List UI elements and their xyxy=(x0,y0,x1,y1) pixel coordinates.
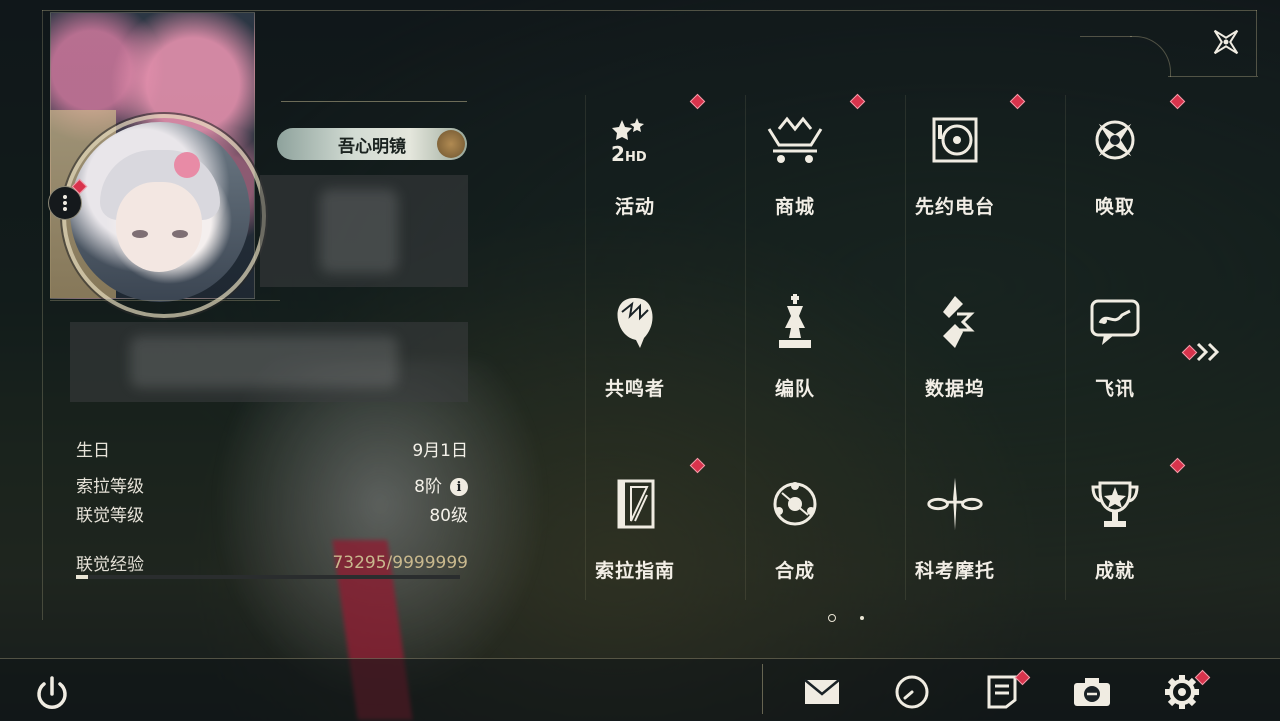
notification-badge xyxy=(1169,457,1186,474)
frame-line xyxy=(42,10,43,620)
avatar[interactable] xyxy=(70,122,250,302)
power-icon[interactable] xyxy=(32,674,72,714)
menu-label: 唤取 xyxy=(1094,196,1135,218)
frame-line xyxy=(1168,76,1258,77)
menu-item-team[interactable]: 编队 xyxy=(725,278,865,418)
exp-value: 73295/9999999 xyxy=(332,552,468,573)
stat-value: 9月1日 xyxy=(412,441,468,461)
exp-progress-fill xyxy=(76,575,88,579)
notification-badge xyxy=(849,93,866,110)
stat-value: 80级 xyxy=(429,506,468,526)
menu-item-shop[interactable]: 商城 xyxy=(725,93,866,236)
divider xyxy=(50,300,280,301)
menu-label: 活动 xyxy=(614,196,655,218)
stat-label: 索拉等级 xyxy=(76,477,144,497)
stat-sola-level: 索拉等级 8阶 i xyxy=(76,472,468,497)
menu-label: 编队 xyxy=(774,378,815,400)
timer-button[interactable] xyxy=(890,670,934,714)
data-bank-icon xyxy=(925,292,985,352)
menu-item-achievement[interactable]: 成就 xyxy=(1045,457,1186,600)
motorcycle-icon xyxy=(925,474,985,534)
stat-birthday: 生日 9月1日 xyxy=(76,436,468,461)
stat-value: 8阶 xyxy=(414,477,442,497)
menu-label: 成就 xyxy=(1094,560,1135,582)
notice-button[interactable] xyxy=(980,669,1031,714)
menu-label: 索拉指南 xyxy=(594,560,675,582)
event-2nd-icon: 2 HD xyxy=(605,110,665,170)
achievement-trophy-icon xyxy=(1085,474,1145,534)
radio-record-icon xyxy=(925,110,985,170)
notice-icon xyxy=(987,675,1017,709)
divider xyxy=(281,101,467,102)
menu-item-resonator[interactable]: 共鸣者 xyxy=(565,278,705,418)
page-dot[interactable] xyxy=(860,616,864,620)
menu-label: 商城 xyxy=(774,196,815,218)
title-emblem-icon xyxy=(437,130,465,158)
page-dot-active[interactable] xyxy=(828,614,836,622)
menu-label: 先约电台 xyxy=(914,196,995,218)
convene-star-icon xyxy=(1085,110,1145,170)
more-dots-icon xyxy=(63,195,67,211)
menu-label: 合成 xyxy=(774,560,815,582)
menu-item-convene[interactable]: 唤取 xyxy=(1045,93,1186,236)
info-icon[interactable]: i xyxy=(450,478,468,496)
frame-line xyxy=(1256,10,1257,76)
menu-label: 数据坞 xyxy=(924,378,985,400)
svg-text:HD: HD xyxy=(625,150,647,165)
menu-label: 飞讯 xyxy=(1094,378,1135,400)
camera-icon xyxy=(1074,678,1110,706)
menu-item-motorcycle[interactable]: 科考摩托 xyxy=(885,460,1025,600)
notification-badge xyxy=(1181,344,1198,361)
team-chess-icon xyxy=(765,292,825,352)
resonator-head-icon xyxy=(605,292,665,352)
stat-label: 联觉经验 xyxy=(76,555,144,575)
notification-badge xyxy=(1009,93,1026,110)
menu-item-guidebook[interactable]: 索拉指南 xyxy=(565,457,706,600)
divider xyxy=(762,664,763,714)
notification-badge xyxy=(689,93,706,110)
frame-line xyxy=(42,10,1257,11)
menu-item-data-bank[interactable]: 数据坞 xyxy=(885,278,1025,418)
stat-union-level: 联觉等级 80级 xyxy=(76,501,468,526)
camera-button[interactable] xyxy=(1070,670,1114,714)
player-name-plate[interactable]: 吾心明镜 xyxy=(277,128,467,160)
message-chat-icon xyxy=(1085,292,1145,352)
synthesis-orbit-icon xyxy=(765,474,825,534)
redacted-signature xyxy=(70,322,468,402)
menu-item-radio[interactable]: 先约电台 xyxy=(885,93,1026,236)
menu-item-synthesis[interactable]: 合成 xyxy=(725,460,865,600)
menu-label: 科考摩托 xyxy=(914,560,995,582)
menu-item-activity[interactable]: 2 HD 活动 xyxy=(565,93,706,236)
clock-icon xyxy=(895,675,929,709)
mail-icon xyxy=(804,679,840,704)
player-name: 吾心明镜 xyxy=(338,136,406,157)
frame-line xyxy=(1080,36,1132,77)
settings-button[interactable] xyxy=(1160,669,1211,714)
mail-button[interactable] xyxy=(800,670,844,714)
guidebook-icon xyxy=(605,474,665,534)
stat-label: 联觉等级 xyxy=(76,506,144,526)
menu-item-messages[interactable]: 飞讯 xyxy=(1045,278,1185,418)
redacted-info xyxy=(260,175,468,287)
stat-value-wrap: 8阶 i xyxy=(414,472,468,497)
menu-label: 共鸣者 xyxy=(604,378,665,400)
close-x-icon[interactable] xyxy=(1206,22,1246,62)
next-page-button[interactable] xyxy=(1180,340,1222,364)
stat-union-exp: 联觉经验 73295/9999999 xyxy=(76,550,468,576)
shop-cart-icon xyxy=(765,110,825,170)
page-indicator xyxy=(826,612,876,624)
double-chevron-right-icon xyxy=(1196,342,1220,362)
svg-text:2: 2 xyxy=(611,142,625,165)
stat-label: 生日 xyxy=(76,441,110,461)
notification-badge xyxy=(1169,93,1186,110)
exp-progress-bar xyxy=(76,575,460,579)
notification-badge xyxy=(689,457,706,474)
